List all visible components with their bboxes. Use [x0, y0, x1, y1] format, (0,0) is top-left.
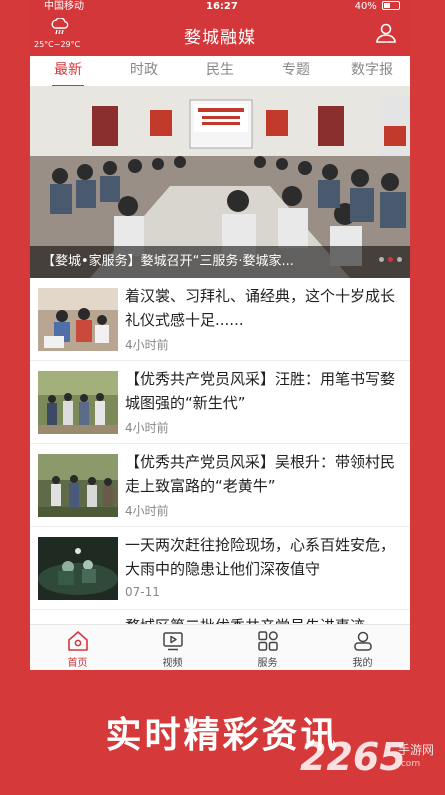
news-thumbnail — [38, 454, 118, 517]
category-tabs: 最新 时政 民生 专题 数字报 — [30, 56, 410, 87]
list-item[interactable]: 【优秀共产党员风采】吴根升：带领村民走上致富路的“老黄牛” 4小时前 — [30, 444, 410, 527]
news-headline: 一天两次赶往抢险现场，心系百姓安危，大雨中的隐患让他们深夜值守 — [125, 536, 396, 578]
nav-home-label: 首页 — [67, 658, 88, 669]
news-thumbnail — [38, 371, 118, 434]
video-icon — [162, 632, 183, 651]
watermark-label: 手游网 — [398, 743, 435, 757]
carousel-dot[interactable] — [397, 257, 402, 262]
app-title: 婺城融媒 — [184, 28, 256, 48]
list-item-partial[interactable]: 婺城区第二批优秀共产党员先进事迹 — [30, 610, 410, 624]
tab-digital-paper[interactable]: 数字报 — [334, 56, 410, 86]
carousel-dot-active[interactable] — [388, 257, 393, 262]
news-headline: 【优秀共产党员风采】汪胜：用笔书写婺城图强的“新生代” — [125, 370, 396, 412]
battery-indicator: 40% — [355, 0, 400, 14]
nav-video[interactable]: 视频 — [125, 625, 220, 670]
list-item[interactable]: 着汉裳、习拜礼、诵经典，这个十岁成长礼仪式感十足...... 4小时前 — [30, 278, 410, 361]
tab-livelihood[interactable]: 民生 — [182, 56, 258, 86]
site-watermark: 2265 手游网 .com — [290, 735, 445, 790]
nav-services[interactable]: 服务 — [220, 625, 315, 670]
user-icon — [353, 631, 372, 651]
tab-politics[interactable]: 时政 — [106, 56, 182, 86]
carousel-dot[interactable] — [379, 257, 384, 262]
news-thumbnail — [38, 288, 118, 351]
banner-carousel[interactable]: 【婺城•家服务】婺城召开“三服务·婺城家... — [30, 86, 410, 278]
news-list: 着汉裳、习拜礼、诵经典，这个十岁成长礼仪式感十足...... 4小时前 【优秀共… — [30, 278, 410, 610]
tab-topics[interactable]: 专题 — [258, 56, 334, 86]
tab-latest[interactable]: 最新 — [30, 56, 106, 87]
watermark-domain: .com — [398, 759, 421, 769]
news-headline: 婺城区第二批优秀共产党员先进事迹 — [125, 614, 401, 624]
news-headline: 着汉裳、习拜礼、诵经典，这个十岁成长礼仪式感十足...... — [125, 287, 396, 329]
nav-video-label: 视频 — [162, 658, 183, 669]
list-item[interactable]: 一天两次赶往抢险现场，心系百姓安危，大雨中的隐患让他们深夜值守 07-11 — [30, 527, 410, 610]
app-header: 25°C~29°C 婺城融媒 — [30, 14, 410, 56]
carousel-indicators — [375, 247, 402, 266]
battery-percent: 40% — [354, 1, 377, 12]
news-time: 07-11 — [125, 585, 160, 599]
news-thumbnail — [38, 537, 118, 600]
carrier-name: 中国移动 — [44, 1, 84, 12]
grid-icon — [257, 631, 278, 651]
banner-caption[interactable]: 【婺城•家服务】婺城召开“三服务·婺城家... — [30, 246, 410, 278]
status-time: 16:27 — [206, 1, 238, 12]
battery-icon — [382, 1, 400, 10]
status-bar: 中国移动 16:27 40% — [30, 0, 410, 14]
nav-services-label: 服务 — [257, 658, 278, 669]
news-headline: 【优秀共产党员风采】吴根升：带领村民走上致富路的“老黄牛” — [125, 453, 396, 495]
watermark-number: 2265 — [300, 735, 406, 779]
user-icon[interactable] — [374, 21, 398, 45]
news-time: 4小时前 — [125, 338, 169, 352]
news-time: 4小时前 — [125, 421, 169, 435]
nav-mine[interactable]: 我的 — [315, 625, 410, 670]
nav-mine-label: 我的 — [352, 658, 373, 669]
bottom-nav: 首页 视频 服务 我的 — [30, 624, 410, 670]
home-icon — [67, 631, 88, 651]
nav-home[interactable]: 首页 — [30, 625, 125, 670]
list-item[interactable]: 【优秀共产党员风采】汪胜：用笔书写婺城图强的“新生代” 4小时前 — [30, 361, 410, 444]
news-time: 4小时前 — [125, 504, 169, 518]
phone-screen: 中国移动 16:27 40% 25°C~29°C 婺城融媒 最新 时政 民生 专… — [30, 0, 410, 670]
